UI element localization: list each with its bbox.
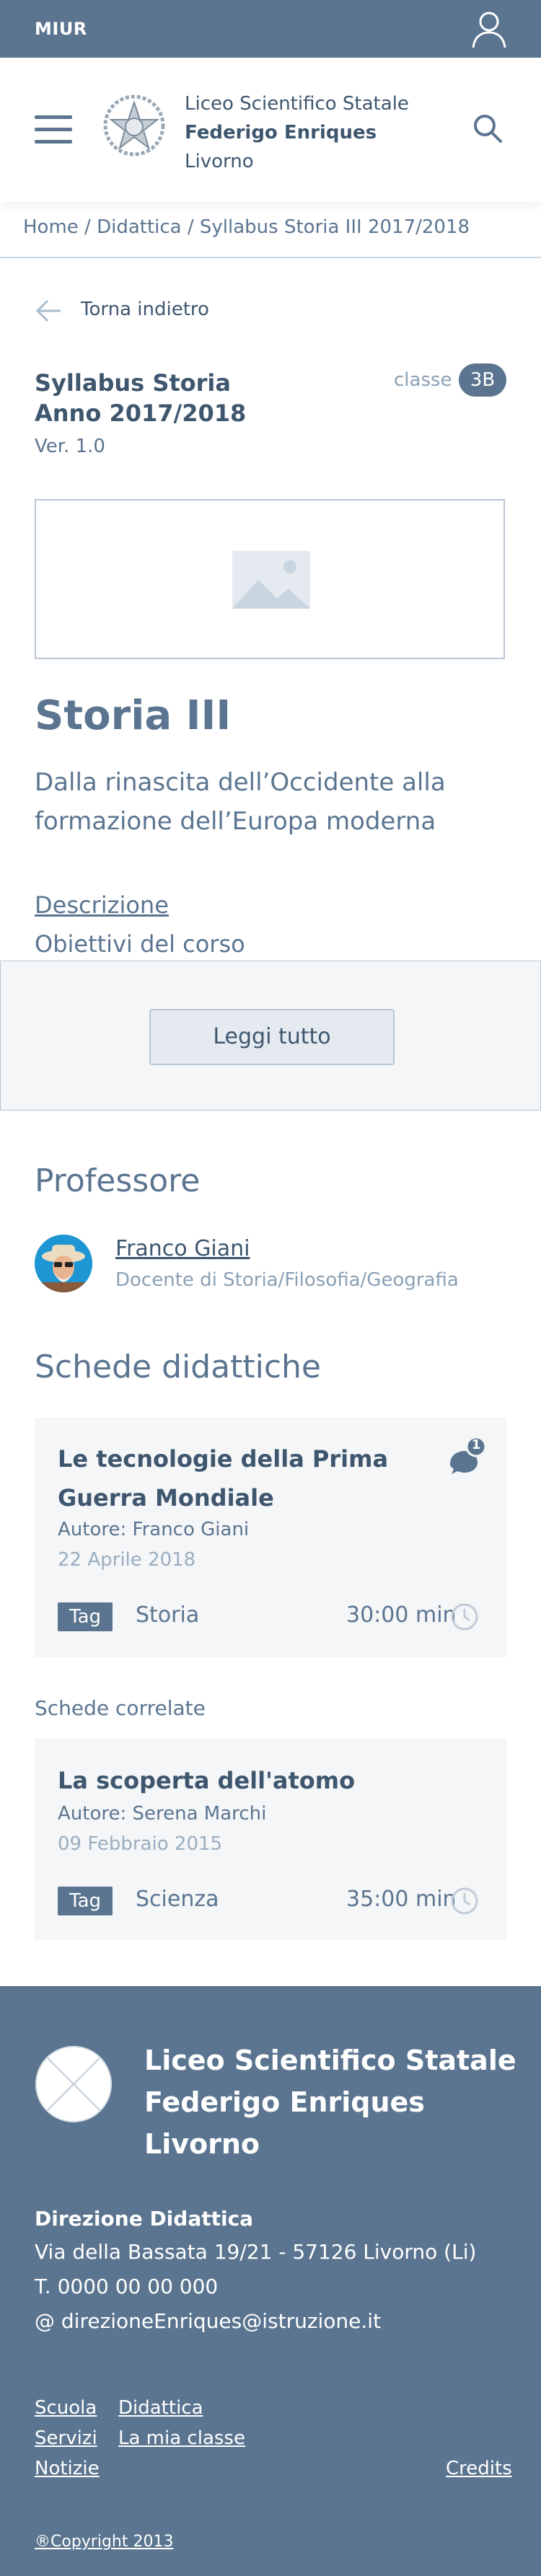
syllabus-year: Anno 2017/2018 xyxy=(35,400,247,427)
professor-name[interactable]: Franco Giani xyxy=(115,1236,250,1261)
school-logo-icon xyxy=(35,2045,113,2123)
footer-direzione: Direzione Didattica xyxy=(35,2207,254,2231)
back-label: Torna indietro xyxy=(81,299,209,320)
clock-icon xyxy=(450,1887,479,1915)
description-link[interactable]: Descrizione xyxy=(35,891,169,919)
footer-email[interactable]: @ direzioneEnriques@istruzione.it xyxy=(35,2309,381,2333)
footer-phone: T. 0000 00 00 000 xyxy=(35,2275,219,2298)
user-icon[interactable] xyxy=(470,9,508,49)
class-badge[interactable]: 3B xyxy=(459,363,506,397)
breadcrumb-divider xyxy=(0,257,541,258)
scheda-title[interactable]: Le tecnologie della Prima Guerra Mondial… xyxy=(58,1439,433,1517)
read-more-panel: Leggi tutto xyxy=(0,961,541,1111)
footer-school-name: Liceo Scientifico Statale Federigo Enriq… xyxy=(144,2045,516,2160)
footer-link-didattica[interactable]: Didattica xyxy=(118,2397,203,2419)
arrow-left-icon xyxy=(35,299,63,323)
breadcrumb: Home / Didattica / Syllabus Storia III 2… xyxy=(23,216,470,238)
tag-badge[interactable]: Tag xyxy=(58,1602,113,1631)
read-more-button[interactable]: Leggi tutto xyxy=(149,1009,395,1065)
breadcrumb-didattica[interactable]: Didattica xyxy=(97,216,182,238)
footer-link-notizie[interactable]: Notizie xyxy=(35,2458,100,2479)
footer-link-credits[interactable]: Credits xyxy=(446,2458,512,2479)
scheda-author: Autore: Serena Marchi xyxy=(58,1803,266,1825)
footer-link-scuola[interactable]: Scuola xyxy=(35,2397,97,2419)
search-icon[interactable] xyxy=(470,111,505,146)
scheda-card[interactable]: Le tecnologie della Prima Guerra Mondial… xyxy=(35,1418,506,1657)
scheda-author: Autore: Franco Giani xyxy=(58,1519,249,1540)
syllabus-version: Ver. 1.0 xyxy=(35,436,105,457)
footer-link-servizi[interactable]: Servizi xyxy=(35,2427,97,2449)
school-line-2: Federigo Enriques xyxy=(185,122,377,144)
scheda-date: 09 Febbraio 2015 xyxy=(58,1833,223,1855)
related-label: Schede correlate xyxy=(35,1696,206,1720)
hamburger-icon[interactable] xyxy=(35,115,72,144)
breadcrumb-separator: / xyxy=(181,216,200,238)
course-image-placeholder xyxy=(35,499,505,659)
professor-heading: Professore xyxy=(35,1163,201,1199)
scheda-topic: Storia xyxy=(136,1602,200,1628)
emblem-icon xyxy=(101,92,167,162)
author-name: Serena Marchi xyxy=(132,1803,267,1825)
scheda-duration: 30:00 min xyxy=(346,1602,457,1628)
breadcrumb-home[interactable]: Home xyxy=(23,216,79,238)
school-line-1: Liceo Scientifico Statale xyxy=(185,93,409,115)
avatar[interactable] xyxy=(35,1235,92,1292)
school-name[interactable]: Liceo Scientifico Statale Federigo Enriq… xyxy=(185,89,409,176)
schede-heading: Schede didattiche xyxy=(35,1349,321,1385)
course-title: Storia III xyxy=(35,692,232,739)
clock-icon xyxy=(450,1602,479,1631)
scheda-date: 22 Aprile 2018 xyxy=(58,1549,196,1571)
school-line-3: Livorno xyxy=(185,151,254,172)
syllabus-title-line-1: Syllabus Storia xyxy=(35,369,231,397)
professor-role: Docente di Storia/Filosofia/Geografia xyxy=(115,1269,459,1291)
site-header: Liceo Scientifico Statale Federigo Enriq… xyxy=(0,58,541,202)
footer-link-la-mia-classe[interactable]: La mia classe xyxy=(118,2427,245,2449)
scheda-duration: 35:00 min xyxy=(346,1887,457,1912)
miur-brand[interactable]: MIUR xyxy=(35,19,87,39)
class-label: classe xyxy=(394,369,452,391)
author-label: Autore: xyxy=(58,1803,127,1825)
objectives-link[interactable]: Obiettivi del corso xyxy=(35,930,245,958)
footer-copyright[interactable]: ®Copyright 2013 xyxy=(35,2533,173,2551)
scheda-card-related[interactable]: La scoperta dell'atomo Autore: Serena Ma… xyxy=(35,1738,506,1940)
syllabus-title: Syllabus Storia Anno 2017/2018 xyxy=(35,368,246,428)
author-name: Franco Giani xyxy=(132,1519,250,1540)
image-placeholder-icon xyxy=(232,551,310,609)
breadcrumb-separator: / xyxy=(78,216,97,238)
top-bar: MIUR xyxy=(0,0,541,58)
comments-icon[interactable]: 1 xyxy=(447,1435,488,1476)
breadcrumb-current: Syllabus Storia III 2017/2018 xyxy=(199,216,470,238)
tag-badge[interactable]: Tag xyxy=(58,1887,113,1915)
scheda-title[interactable]: La scoperta dell'atomo xyxy=(58,1761,476,1800)
site-footer: Liceo Scientifico Statale Federigo Enriq… xyxy=(0,1986,541,2576)
course-subtitle: Dalla rinascita dell’Occidente alla form… xyxy=(35,768,446,836)
footer-address: Via della Bassata 19/21 - 57126 Livorno … xyxy=(35,2240,477,2264)
scheda-topic: Scienza xyxy=(136,1887,219,1912)
author-label: Autore: xyxy=(58,1519,127,1540)
comments-count: 1 xyxy=(471,1437,481,1452)
